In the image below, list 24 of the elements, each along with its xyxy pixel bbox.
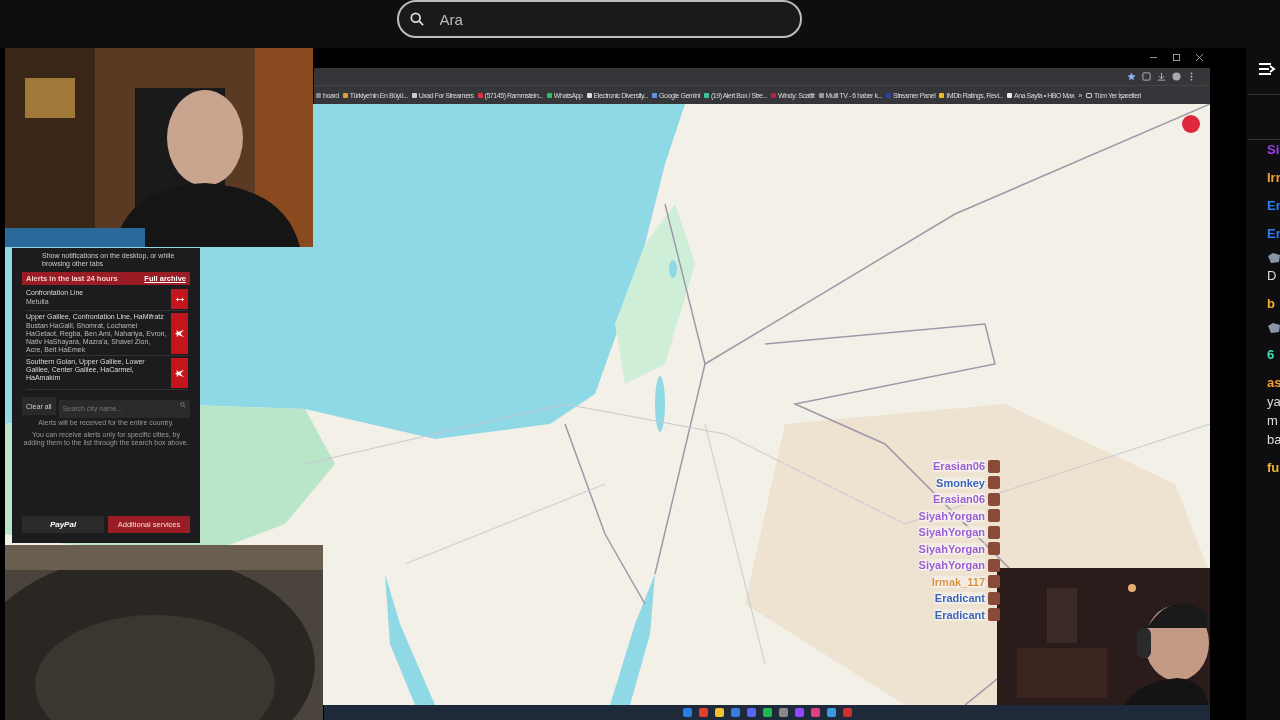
emote-icon xyxy=(1267,252,1280,264)
chat-message: ya xyxy=(1267,394,1280,409)
chat-username: Er xyxy=(1267,226,1280,241)
search-icon xyxy=(409,12,424,26)
chat-username: fu xyxy=(1267,460,1280,475)
chat-username: 6 xyxy=(1267,347,1275,362)
chat-message: D xyxy=(1267,268,1277,283)
chat-username: Irr xyxy=(1267,170,1280,185)
extension-icon[interactable] xyxy=(1142,72,1151,81)
star-icon[interactable] xyxy=(1127,72,1136,81)
profile-icon[interactable] xyxy=(1172,72,1181,81)
menu-icon[interactable] xyxy=(1258,62,1276,76)
maximize-icon[interactable] xyxy=(1173,54,1180,61)
folder-icon xyxy=(1085,92,1092,98)
chat-username: Si xyxy=(1267,142,1280,157)
chat-username: b xyxy=(1267,296,1275,311)
search-field[interactable]: Ara xyxy=(396,0,802,38)
emote-icon xyxy=(1267,322,1280,334)
chat-message: m xyxy=(1267,413,1278,428)
close-icon[interactable] xyxy=(1196,54,1203,61)
chat-username: as xyxy=(1267,375,1280,390)
chat-username: Er xyxy=(1267,198,1280,213)
minimize-icon[interactable] xyxy=(1150,54,1157,61)
download-icon[interactable] xyxy=(1157,72,1166,81)
